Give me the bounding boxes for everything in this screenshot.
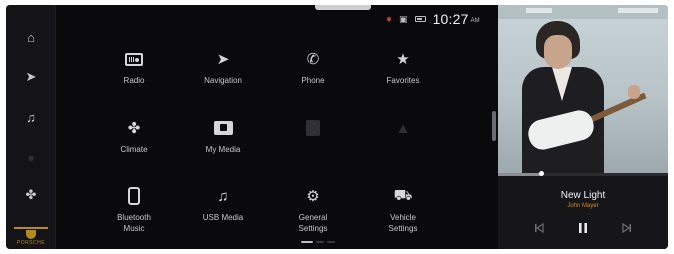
fan-icon: ✤: [127, 120, 141, 137]
music-note-icon: ♫: [217, 187, 229, 205]
app-disabled-1: [265, 117, 361, 175]
radio-icon: [120, 48, 148, 70]
fan-icon[interactable]: ✤: [19, 183, 43, 207]
page-dot: [327, 241, 335, 243]
crest-icon: [26, 230, 36, 239]
app-vehicle-settings[interactable]: ⛟ Vehicle Settings: [355, 185, 451, 243]
previous-track-button[interactable]: [528, 219, 550, 237]
disabled-app-icon: ▲: [395, 119, 411, 137]
app-favorites[interactable]: ★ Favorites: [355, 48, 451, 106]
next-track-button[interactable]: [616, 219, 638, 237]
app-disabled-2: ▲: [355, 117, 451, 175]
app-usb-media[interactable]: ♫ USB Media: [175, 185, 271, 243]
app-navigation[interactable]: ➤ Navigation: [175, 48, 271, 106]
page-indicator: [301, 241, 335, 243]
phone-icon: ✆: [306, 51, 320, 68]
app-label: Radio: [123, 76, 145, 85]
brand-logo: PORSCHE: [14, 227, 48, 246]
previous-icon: [535, 222, 544, 234]
app-label: Bluetooth Music: [117, 213, 151, 233]
progress-knob[interactable]: [538, 171, 544, 176]
app-my-media[interactable]: My Media: [175, 117, 271, 175]
blank-icon: ●: [27, 149, 35, 165]
page-dot: [316, 241, 324, 243]
page-dot-active: [301, 241, 313, 243]
app-label: Navigation: [204, 76, 242, 85]
logo-text: PORSCHE: [16, 240, 46, 246]
next-icon: [622, 222, 631, 234]
app-label: Favorites: [386, 76, 420, 85]
bluetooth-phone-icon: [120, 185, 148, 207]
app-grid: Radio ➤ Navigation ✆ Phone ★ Favorites ✤…: [56, 5, 496, 249]
track-title: New Light: [560, 190, 606, 201]
disabled-app-icon: [299, 117, 327, 139]
app-label: My Media: [205, 145, 241, 154]
car-settings-icon: ⛟: [393, 186, 413, 204]
app-label: USB Media: [202, 213, 244, 222]
playback-progress-bar[interactable]: [498, 171, 668, 176]
home-icon[interactable]: ⌂: [19, 25, 43, 49]
app-bluetooth-music[interactable]: Bluetooth Music: [86, 185, 182, 243]
infotainment-screen: ⌂ ➤ ♫ ● ✤ PORSCHE ● ▣ 10:27 AM Radio ➤ N…: [6, 5, 668, 249]
app-label: Vehicle Settings: [388, 213, 418, 233]
star-icon: ★: [396, 51, 410, 68]
app-phone[interactable]: ✆ Phone: [265, 48, 361, 106]
left-rail: ⌂ ➤ ♫ ● ✤ PORSCHE: [6, 5, 56, 249]
folder-icon: [209, 117, 237, 139]
app-radio[interactable]: Radio: [86, 48, 182, 106]
pause-button[interactable]: [572, 219, 594, 237]
pause-icon: [579, 223, 587, 233]
app-general-settings[interactable]: ⚙ General Settings: [265, 185, 361, 243]
artist-name: John Mayer: [567, 203, 599, 209]
panel-resize-handle[interactable]: [492, 111, 496, 141]
music-note-icon[interactable]: ♫: [19, 105, 43, 129]
navigation-arrow-icon[interactable]: ➤: [19, 65, 43, 89]
navigation-arrow-icon: ➤: [216, 51, 230, 68]
app-climate[interactable]: ✤ Climate: [86, 117, 182, 175]
album-art[interactable]: [498, 5, 668, 173]
media-player-panel[interactable]: New Light John Mayer: [498, 5, 668, 249]
app-label: Climate: [120, 145, 148, 154]
gear-icon: ⚙: [306, 188, 320, 205]
app-label: General Settings: [298, 213, 328, 233]
app-label: Phone: [301, 76, 325, 85]
